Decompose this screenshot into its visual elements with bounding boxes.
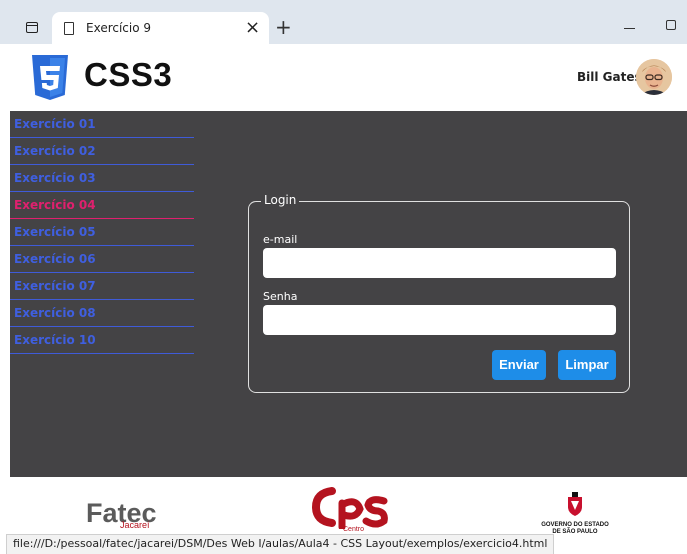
submit-button[interactable]: Enviar — [492, 350, 546, 380]
css3-logo-icon — [32, 55, 68, 100]
nav-item-exercicio-08[interactable]: Exercício 08 — [10, 300, 194, 327]
tab-close-icon[interactable]: × — [245, 17, 260, 38]
nav-item-exercicio-01[interactable]: Exercício 01 — [10, 111, 194, 138]
maximize-icon[interactable] — [666, 20, 676, 30]
sao-paulo-emblem-icon — [568, 492, 582, 516]
tab-title: Exercício 9 — [86, 21, 152, 35]
email-label: e-mail — [263, 233, 298, 246]
password-label: Senha — [263, 290, 298, 303]
avatar — [636, 59, 672, 95]
nav-item-exercicio-07[interactable]: Exercício 07 — [10, 273, 194, 300]
fatec-logo-subtitle: Jacareí — [120, 520, 150, 530]
login-fieldset: Login e-mail Senha Enviar Limpar — [248, 193, 630, 393]
gov-line-1: GOVERNO DO ESTADO — [541, 522, 609, 528]
nav-item-exercicio-02[interactable]: Exercício 02 — [10, 138, 194, 165]
cps-logo-icon — [312, 487, 388, 529]
user-name: Bill Gates — [577, 70, 642, 84]
nav-item-exercicio-10[interactable]: Exercício 10 — [10, 327, 194, 354]
main-content: Exercício 01 Exercício 02 Exercício 03 E… — [10, 111, 687, 477]
email-input[interactable] — [263, 248, 616, 278]
status-bar-url: file:///D:/pessoal/fatec/jacarei/DSM/Des… — [6, 534, 555, 554]
new-tab-icon[interactable]: + — [275, 15, 292, 39]
login-legend: Login — [261, 193, 300, 207]
browser-tabstrip: Exercício 9 × + — [0, 0, 687, 44]
sidebar-nav: Exercício 01 Exercício 02 Exercício 03 E… — [10, 111, 194, 354]
nav-item-exercicio-05[interactable]: Exercício 05 — [10, 219, 194, 246]
nav-item-exercicio-06[interactable]: Exercício 06 — [10, 246, 194, 273]
browser-tab[interactable]: Exercício 9 × — [52, 12, 269, 44]
sidebar-toggle-icon[interactable] — [26, 22, 38, 33]
nav-item-exercicio-03[interactable]: Exercício 03 — [10, 165, 194, 192]
page-header: CSS3 Bill Gates — [0, 44, 687, 111]
reset-button[interactable]: Limpar — [558, 350, 616, 380]
minimize-icon[interactable] — [624, 28, 635, 29]
page-icon — [64, 22, 74, 35]
nav-item-exercicio-04[interactable]: Exercício 04 — [10, 192, 194, 219]
brand-title: CSS3 — [84, 56, 173, 93]
cps-logo-subtitle: Centro — [343, 526, 365, 533]
password-input[interactable] — [263, 305, 616, 335]
